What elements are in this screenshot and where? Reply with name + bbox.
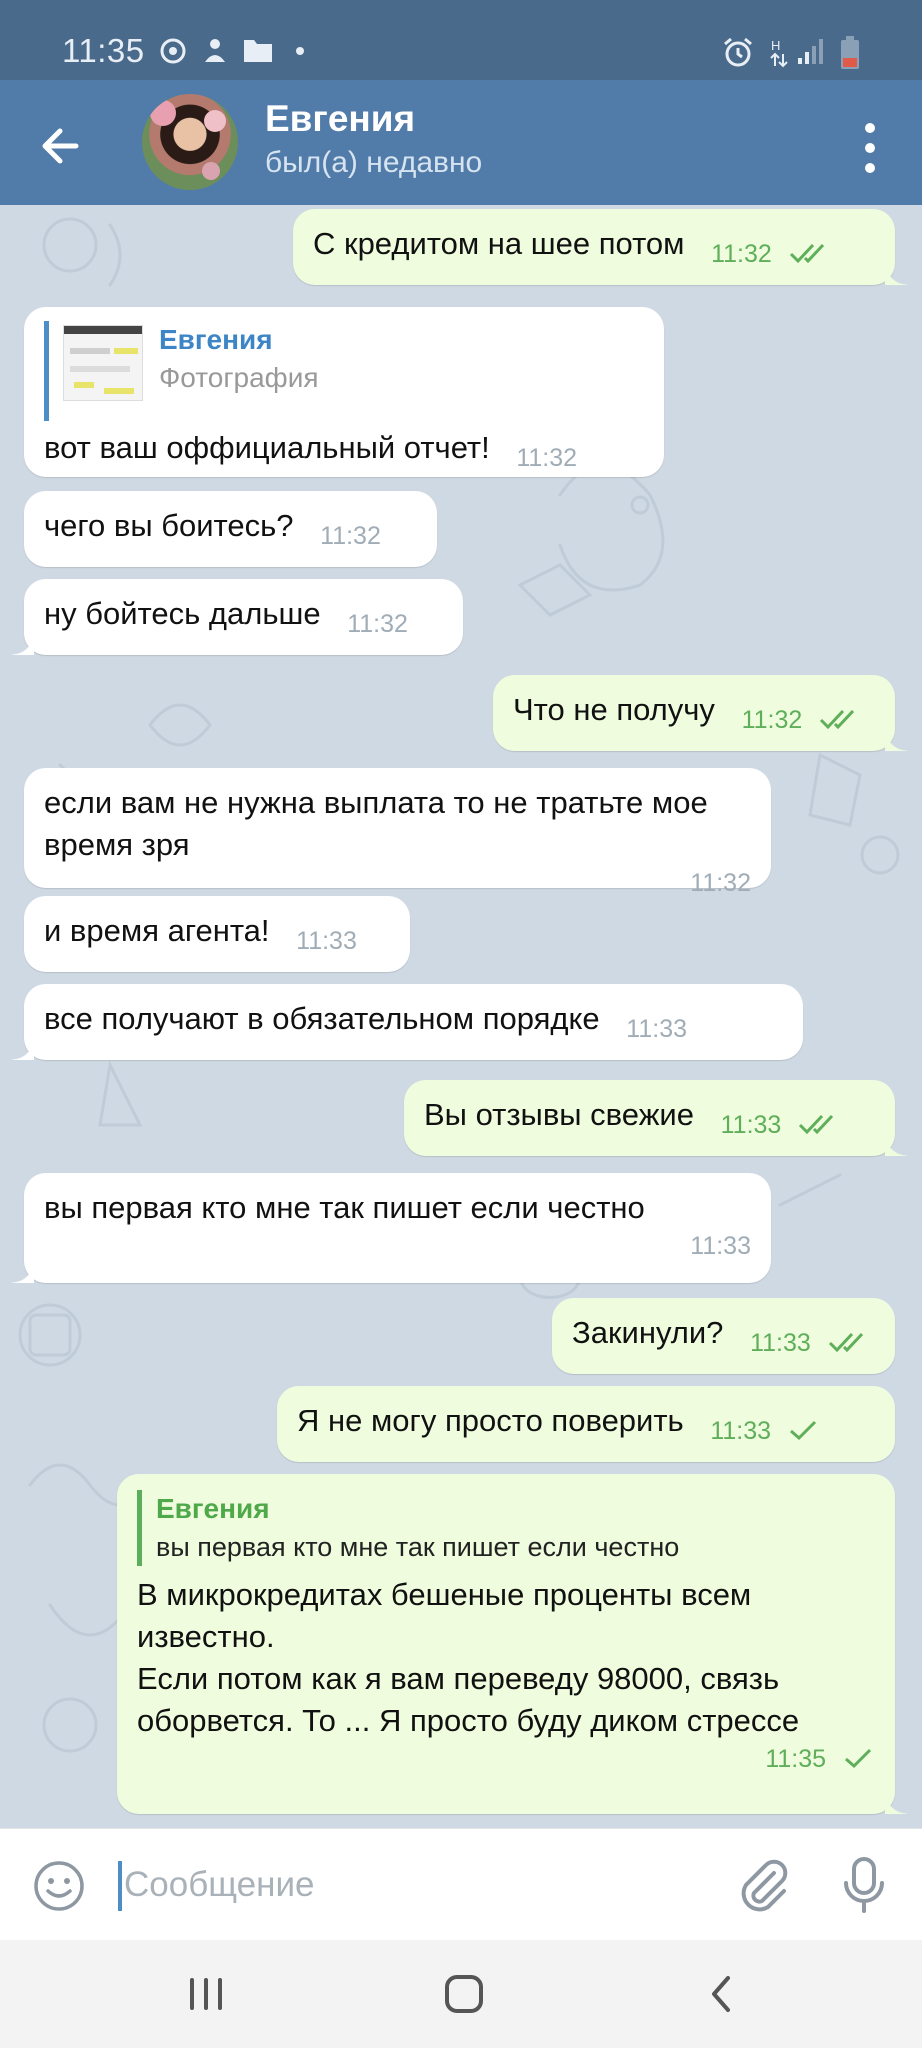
home-icon[interactable] bbox=[434, 1964, 494, 2024]
message-text: вот ваш оффициальный отчет! bbox=[44, 430, 490, 465]
message-incoming[interactable]: ну бойтесь дальше 11:32 bbox=[12, 579, 463, 655]
message-time: 11:32 bbox=[711, 240, 772, 268]
text-cursor bbox=[118, 1861, 122, 1911]
message-time: 11:33 bbox=[296, 927, 357, 955]
message-text: все получают в обязательном порядке bbox=[44, 1001, 600, 1036]
single-check-icon bbox=[790, 1420, 817, 1441]
status-time: 11:35 bbox=[62, 32, 145, 69]
message-meta: 11:32 bbox=[711, 233, 829, 275]
back-icon[interactable] bbox=[692, 1964, 752, 2024]
notification-dot-icon bbox=[296, 47, 304, 55]
message-text: В микрокредитах бешеные проценты всем из… bbox=[137, 1577, 800, 1738]
message-time: 11:33 bbox=[750, 1329, 811, 1357]
double-check-icon bbox=[789, 243, 824, 264]
reply-author: Евгения bbox=[156, 1493, 270, 1524]
message-text: С кредитом на шее потом bbox=[313, 226, 685, 261]
message-time: 11:35 bbox=[765, 1745, 827, 1773]
upload-icon bbox=[205, 39, 225, 62]
double-check-icon bbox=[820, 709, 855, 730]
message-list[interactable]: С кредитом на шее потом 11:32 Евгения Фо… bbox=[0, 205, 922, 1828]
message-incoming[interactable]: если вам не нужна выплата то не тратьте … bbox=[24, 768, 771, 897]
message-incoming[interactable]: и время агента! 11:33 bbox=[24, 896, 410, 972]
message-time: 11:33 bbox=[626, 1015, 688, 1043]
message-text: чего вы боитесь? bbox=[44, 508, 294, 543]
message-incoming[interactable]: чего вы боитесь? 11:32 bbox=[24, 491, 437, 567]
message-incoming[interactable]: Евгения Фотография вот ваш оффициальный … bbox=[24, 307, 664, 477]
data-saver-icon bbox=[160, 38, 186, 64]
message-time: 11:32 bbox=[320, 522, 381, 550]
reply-preview[interactable]: Евгения вы первая кто мне так пишет если… bbox=[137, 1490, 873, 1566]
message-meta: 11:33 bbox=[750, 1322, 868, 1364]
paperclip-icon[interactable] bbox=[734, 1855, 794, 1915]
double-check-icon bbox=[799, 1114, 834, 1135]
svg-text:H: H bbox=[771, 38, 780, 53]
single-check-icon bbox=[845, 1748, 872, 1769]
message-time: 11:33 bbox=[710, 1417, 772, 1445]
battery-icon bbox=[841, 36, 859, 69]
microphone-icon[interactable] bbox=[836, 1855, 892, 1915]
message-meta: 11:35 bbox=[155, 1738, 873, 1780]
reply-snippet: вы первая кто мне так пишет если честно bbox=[156, 1532, 680, 1562]
message-outgoing[interactable]: Евгения вы первая кто мне так пишет если… bbox=[117, 1474, 907, 1814]
message-outgoing[interactable]: Закинули? 11:33 bbox=[552, 1298, 895, 1374]
message-outgoing[interactable]: Я не могу просто поверить 11:33 bbox=[277, 1386, 895, 1462]
contact-name[interactable]: Евгения bbox=[265, 98, 415, 140]
message-meta: 11:33 bbox=[721, 1104, 839, 1146]
double-check-icon bbox=[828, 1332, 863, 1353]
folder-icon bbox=[244, 40, 272, 62]
message-time: 11:33 bbox=[720, 1111, 782, 1139]
reply-preview[interactable]: Евгения Фотография bbox=[44, 321, 644, 421]
message-time: 11:32 bbox=[347, 610, 408, 638]
message-time: 11:32 bbox=[741, 706, 803, 734]
contact-status: был(а) недавно bbox=[265, 146, 483, 179]
message-meta: 11:32 bbox=[742, 699, 860, 741]
system-nav-bar bbox=[0, 1940, 922, 2048]
alarm-icon bbox=[724, 37, 752, 67]
avatar[interactable] bbox=[142, 94, 238, 190]
reply-author: Евгения bbox=[159, 324, 273, 355]
message-input[interactable] bbox=[124, 1857, 684, 1913]
message-text: если вам не нужна выплата то не тратьте … bbox=[44, 785, 708, 862]
status-bar: 11:35 H bbox=[0, 0, 922, 80]
reply-snippet: Фотография bbox=[159, 362, 319, 393]
photo-thumbnail bbox=[63, 325, 143, 401]
message-outgoing[interactable]: Вы отзывы свежие 11:33 bbox=[404, 1080, 907, 1156]
message-text: Что не получу bbox=[513, 692, 715, 727]
message-time: 11:33 bbox=[690, 1232, 751, 1260]
message-outgoing[interactable]: Что не получу 11:32 bbox=[493, 675, 907, 751]
message-meta: 11:33 bbox=[710, 1410, 818, 1452]
message-text: Я не могу просто поверить bbox=[297, 1403, 684, 1438]
message-composer bbox=[0, 1828, 922, 1940]
message-text: ну бойтесь дальше bbox=[44, 596, 321, 631]
message-incoming[interactable]: вы первая кто мне так пишет если честно … bbox=[12, 1173, 771, 1283]
message-incoming[interactable]: все получают в обязательном порядке 11:3… bbox=[12, 984, 803, 1060]
back-arrow-icon[interactable] bbox=[30, 114, 94, 178]
network-h-icon: H bbox=[770, 38, 788, 68]
signal-icon bbox=[798, 39, 823, 64]
more-vertical-icon[interactable] bbox=[850, 118, 890, 178]
message-text: Закинули? bbox=[572, 1315, 724, 1350]
recents-icon[interactable] bbox=[176, 1964, 236, 2024]
message-time: 11:32 bbox=[516, 444, 578, 472]
message-text: вы первая кто мне так пишет если честно bbox=[44, 1190, 645, 1225]
message-text: и время агента! bbox=[44, 913, 270, 948]
message-text: Вы отзывы свежие bbox=[424, 1097, 694, 1132]
smile-icon[interactable] bbox=[32, 1859, 86, 1913]
chat-header: Евгения был(а) недавно bbox=[0, 80, 922, 205]
message-outgoing[interactable]: С кредитом на шее потом 11:32 bbox=[293, 209, 907, 285]
